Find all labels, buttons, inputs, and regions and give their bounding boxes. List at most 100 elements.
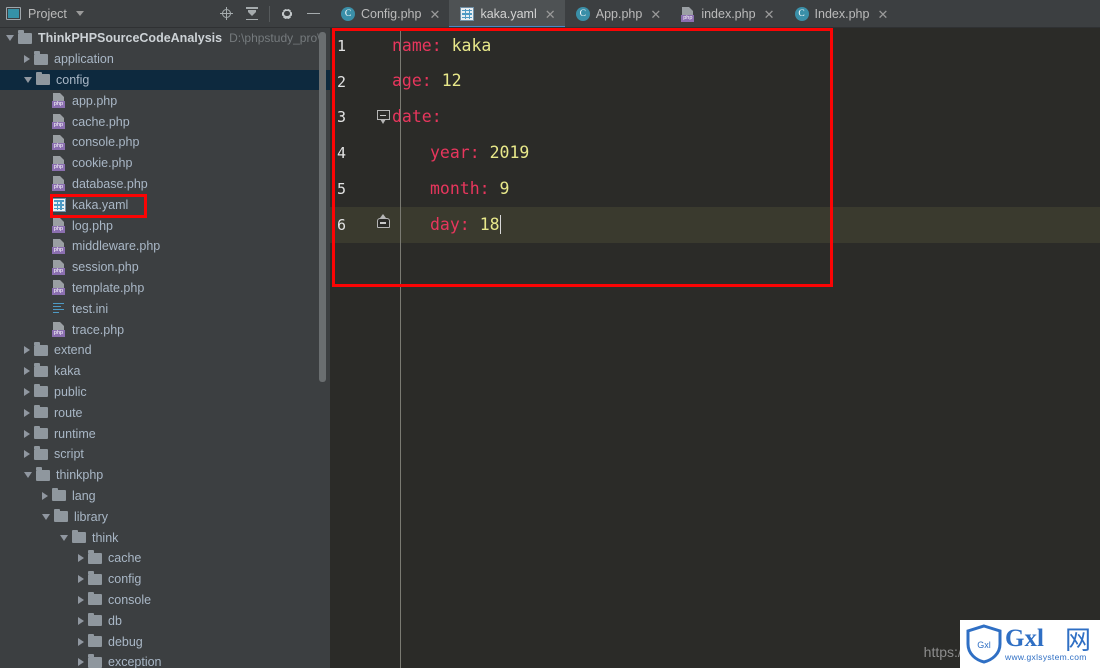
chevron-down-icon[interactable]: [76, 11, 84, 16]
collapse-all-icon[interactable]: [239, 1, 265, 27]
tree-file-cache-php[interactable]: phpcache.php: [0, 111, 330, 132]
close-icon[interactable]: ✕: [650, 8, 661, 21]
close-icon[interactable]: ✕: [545, 8, 556, 21]
tree-file-console-php[interactable]: phpconsole.php: [0, 132, 330, 153]
editor-gutter[interactable]: 3: [330, 100, 392, 136]
tree-item-label: log.php: [72, 219, 113, 233]
tab-index-php-upper[interactable]: C Index.php ✕: [784, 0, 898, 28]
tree-item-label: library: [74, 510, 108, 524]
line-number: 6: [337, 216, 346, 234]
tree-folder-debug[interactable]: debug: [0, 631, 330, 652]
tree-folder-runtime[interactable]: runtime: [0, 423, 330, 444]
code-line[interactable]: 6day: 18: [330, 207, 1100, 243]
tree-item-label: application: [54, 52, 114, 66]
project-toolbar: [213, 1, 326, 27]
close-icon[interactable]: ✕: [429, 8, 440, 21]
php-file-icon: php: [52, 218, 66, 233]
code-line[interactable]: 3date:: [330, 100, 1100, 136]
editor-gutter[interactable]: 2: [330, 64, 392, 100]
tab-kaka-yaml[interactable]: kaka.yaml ✕: [449, 0, 564, 28]
tab-index-php-lower[interactable]: php index.php ✕: [670, 0, 783, 28]
tree-file-database-php[interactable]: phpdatabase.php: [0, 174, 330, 195]
chevron-right-icon[interactable]: [24, 409, 30, 417]
tree-folder-config[interactable]: config: [0, 70, 330, 91]
tab-label: App.php: [596, 7, 643, 21]
tree-file-cookie-php[interactable]: phpcookie.php: [0, 153, 330, 174]
tab-app-php[interactable]: C App.php ✕: [565, 0, 671, 28]
tree-folder-library[interactable]: library: [0, 506, 330, 527]
tree-folder-config[interactable]: config: [0, 569, 330, 590]
ide-body: ThinkPHPSourceCodeAnalysisD:\phpstudy_pr…: [0, 28, 1100, 668]
chevron-down-icon[interactable]: [60, 535, 68, 541]
tree-folder-application[interactable]: application: [0, 49, 330, 70]
ini-file-icon: [52, 302, 66, 316]
tree-vertical-scrollbar[interactable]: [319, 32, 326, 382]
tree-folder-exception[interactable]: exception: [0, 652, 330, 668]
chevron-down-icon[interactable]: [42, 514, 50, 520]
tree-file-middleware-php[interactable]: phpmiddleware.php: [0, 236, 330, 257]
editor-gutter[interactable]: 4: [330, 135, 392, 171]
php-file-icon: php: [52, 135, 66, 150]
chevron-right-icon[interactable]: [24, 367, 30, 375]
close-icon[interactable]: ✕: [764, 8, 775, 21]
chevron-right-icon[interactable]: [24, 388, 30, 396]
tree-file-template-php[interactable]: phptemplate.php: [0, 278, 330, 299]
code-line[interactable]: 2age: 12: [330, 64, 1100, 100]
chevron-right-icon[interactable]: [78, 596, 84, 604]
chevron-right-icon[interactable]: [24, 450, 30, 458]
tree-folder-console[interactable]: console: [0, 590, 330, 611]
chevron-right-icon[interactable]: [78, 638, 84, 646]
tree-folder-public[interactable]: public: [0, 382, 330, 403]
project-panel-title: Project: [28, 7, 67, 21]
tree-file-kaka-yaml[interactable]: kaka.yaml: [0, 194, 330, 215]
tree-file-trace-php[interactable]: phptrace.php: [0, 319, 330, 340]
chevron-right-icon[interactable]: [24, 430, 30, 438]
editor-gutter[interactable]: 6: [330, 207, 392, 243]
chevron-right-icon[interactable]: [78, 658, 84, 666]
chevron-down-icon[interactable]: [24, 472, 32, 478]
editor-gutter[interactable]: 1: [330, 28, 392, 64]
tree-item-label: config: [56, 73, 89, 87]
fold-collapse-icon[interactable]: [377, 110, 391, 124]
code-line[interactable]: 1name: kaka: [330, 28, 1100, 64]
tab-config-php[interactable]: C Config.php ✕: [330, 0, 449, 28]
code-line[interactable]: 5 month: 9: [330, 171, 1100, 207]
tree-file-session-php[interactable]: phpsession.php: [0, 257, 330, 278]
close-icon[interactable]: ✕: [877, 8, 888, 21]
chevron-right-icon[interactable]: [78, 554, 84, 562]
tree-item-label: route: [54, 406, 83, 420]
chevron-right-icon[interactable]: [24, 55, 30, 63]
chevron-right-icon[interactable]: [24, 346, 30, 354]
tree-file-test-ini[interactable]: test.ini: [0, 298, 330, 319]
code-editor[interactable]: 1name: kaka2age: 123date:4year: 20195 mon…: [330, 28, 1100, 668]
editor-gutter[interactable]: 5: [330, 171, 392, 207]
fold-end-icon[interactable]: [377, 218, 391, 232]
chevron-down-icon[interactable]: [24, 77, 32, 83]
settings-gear-icon[interactable]: [274, 1, 300, 27]
tree-folder-lang[interactable]: lang: [0, 486, 330, 507]
tree-folder-thinkphp[interactable]: thinkphp: [0, 465, 330, 486]
code-line[interactable]: 4year: 2019: [330, 135, 1100, 171]
chevron-right-icon[interactable]: [78, 617, 84, 625]
folder-icon: [34, 366, 48, 377]
tree-folder-cache[interactable]: cache: [0, 548, 330, 569]
tree-file-log-php[interactable]: php log.php: [0, 215, 330, 236]
hide-panel-icon[interactable]: [300, 1, 326, 27]
tree-file-app-php[interactable]: phpapp.php: [0, 90, 330, 111]
chevron-right-icon[interactable]: [42, 492, 48, 500]
tree-folder-thinkphpsourcecodeanalysis[interactable]: ThinkPHPSourceCodeAnalysisD:\phpstudy_pr…: [0, 28, 330, 49]
tree-item-label: app.php: [72, 94, 117, 108]
tree-folder-script[interactable]: script: [0, 444, 330, 465]
tree-folder-think[interactable]: think: [0, 527, 330, 548]
code-text: month: 9: [430, 181, 509, 198]
tree-folder-route[interactable]: route: [0, 402, 330, 423]
chevron-down-icon[interactable]: [6, 35, 14, 41]
folder-icon: [88, 636, 102, 647]
tree-folder-db[interactable]: db: [0, 610, 330, 631]
folder-icon: [72, 532, 86, 543]
tree-folder-kaka[interactable]: kaka: [0, 361, 330, 382]
chevron-right-icon[interactable]: [78, 575, 84, 583]
locate-file-icon[interactable]: [213, 1, 239, 27]
folder-icon: [88, 594, 102, 605]
tree-folder-extend[interactable]: extend: [0, 340, 330, 361]
